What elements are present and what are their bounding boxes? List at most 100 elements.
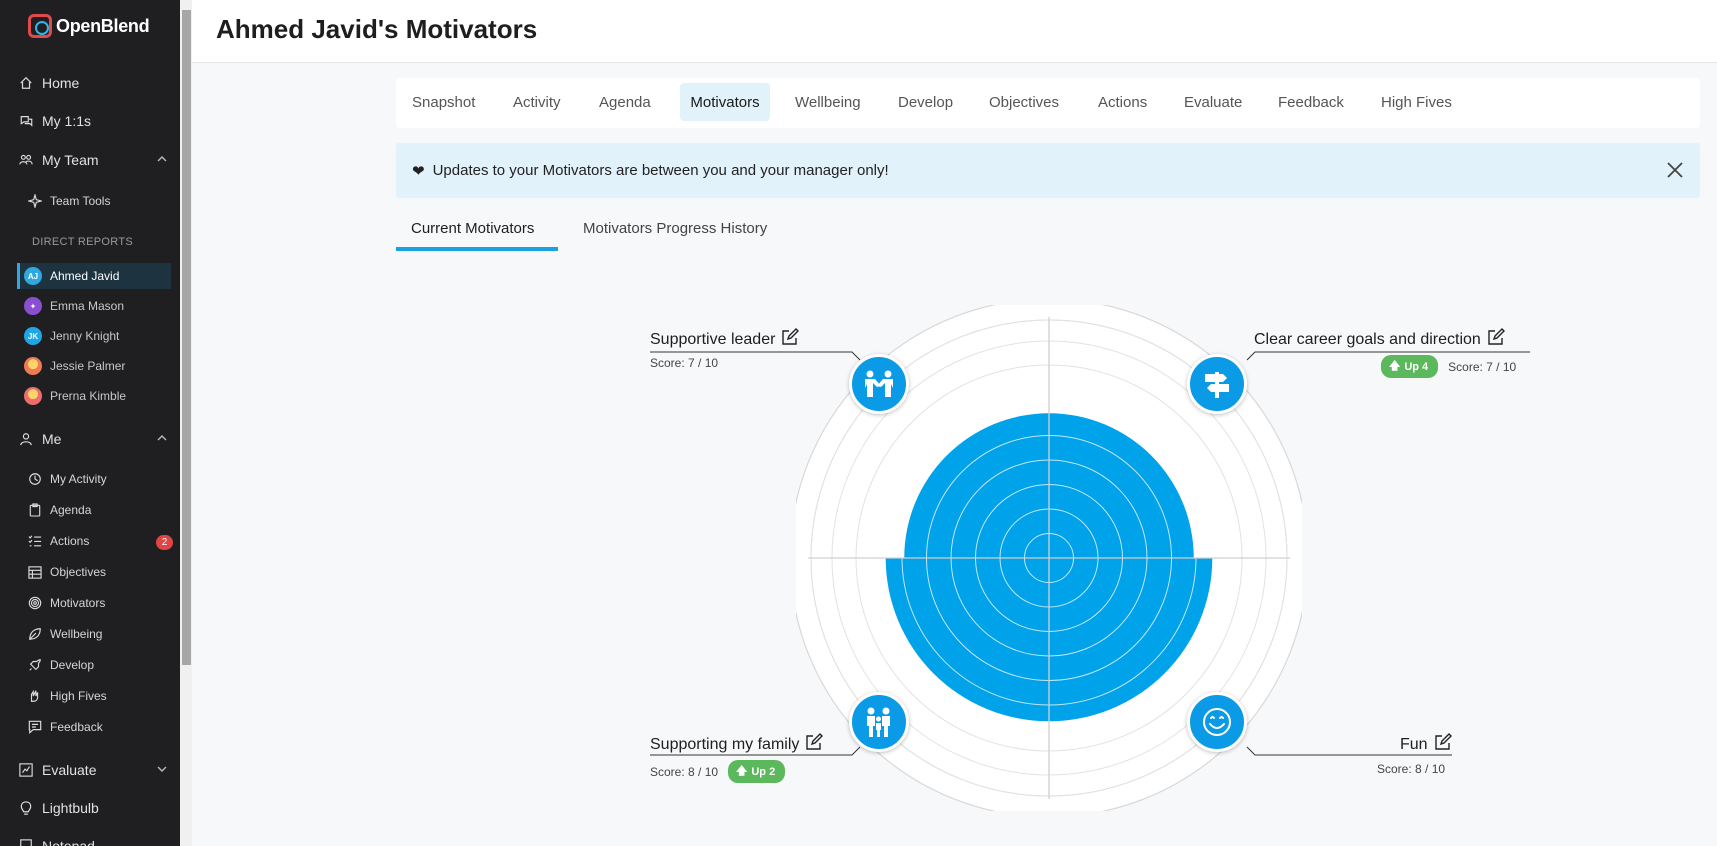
edit-icon[interactable] bbox=[1487, 328, 1505, 351]
target-icon bbox=[28, 596, 42, 610]
avatar: AJ bbox=[24, 267, 42, 285]
sidebar-item-label: My Activity bbox=[50, 472, 107, 486]
sidebar-item-high-fives[interactable]: High Fives bbox=[28, 689, 173, 703]
privacy-alert: ❤ Updates to your Motivators are between… bbox=[396, 143, 1700, 198]
tab-objectives[interactable]: Objectives bbox=[981, 83, 1067, 121]
chevron-down-icon[interactable] bbox=[156, 762, 168, 778]
leaf-icon bbox=[28, 627, 42, 641]
sidebar-item-my-team[interactable]: My Team bbox=[18, 152, 168, 168]
sidebar-scrollbar-thumb[interactable] bbox=[182, 10, 191, 665]
tab-develop[interactable]: Develop bbox=[890, 83, 961, 121]
openblend-logo[interactable]: OpenBlend bbox=[28, 14, 150, 38]
tab-wellbeing[interactable]: Wellbeing bbox=[787, 83, 869, 121]
checklist-icon bbox=[28, 534, 42, 548]
motivator-score-supportive-leader: Score: 7 / 10 bbox=[650, 356, 718, 370]
direct-reports-heading: DIRECT REPORTS bbox=[32, 236, 133, 248]
avatar: JK bbox=[24, 327, 42, 345]
up-badge-text: Up 2 bbox=[751, 765, 776, 778]
sidebar-item-label: Wellbeing bbox=[50, 627, 103, 641]
history-icon bbox=[28, 472, 42, 486]
sidebar-item-label: Develop bbox=[50, 658, 95, 672]
objectives-icon bbox=[28, 565, 42, 579]
sidebar-item-label: My 1:1s bbox=[42, 113, 92, 129]
signpost-icon[interactable] bbox=[1187, 354, 1247, 414]
motivator-title-fun: Fun bbox=[1400, 733, 1452, 756]
tab-snapshot[interactable]: Snapshot bbox=[404, 83, 483, 121]
chevron-up-icon[interactable] bbox=[156, 152, 168, 168]
avatar bbox=[24, 357, 42, 375]
arrow-up-icon: 🡅 bbox=[736, 765, 748, 777]
family-icon[interactable] bbox=[849, 692, 909, 752]
feedback-icon bbox=[28, 720, 42, 734]
page-title: Ahmed Javid's Motivators bbox=[216, 14, 538, 44]
motivator-title-supportive-leader: Supportive leader bbox=[650, 328, 800, 351]
sidebar-item-evaluate[interactable]: Evaluate bbox=[18, 762, 168, 778]
tab-activity[interactable]: Activity bbox=[505, 83, 569, 121]
motivator-name: Fun bbox=[1400, 735, 1428, 753]
smiley-icon[interactable] bbox=[1187, 692, 1247, 752]
sidebar-item-objectives[interactable]: Objectives bbox=[28, 565, 173, 579]
tab-feedback[interactable]: Feedback bbox=[1270, 83, 1352, 121]
report-item-emma-mason[interactable]: ✦ Emma Mason bbox=[17, 293, 171, 319]
sidebar-item-label: My Team bbox=[42, 152, 99, 168]
sidebar-item-label: Home bbox=[42, 75, 80, 91]
heart-icon: ❤ bbox=[412, 162, 425, 180]
report-name: Emma Mason bbox=[50, 299, 125, 313]
close-icon[interactable] bbox=[1664, 159, 1686, 181]
tab-evaluate[interactable]: Evaluate bbox=[1176, 83, 1250, 121]
sidebar-item-label: Feedback bbox=[50, 720, 103, 734]
sidebar-item-me[interactable]: Me bbox=[18, 431, 168, 447]
sidebar-item-motivators[interactable]: Motivators bbox=[28, 596, 173, 610]
sidebar-item-label: Notepad bbox=[42, 838, 95, 846]
score-text: Score: 7 / 10 bbox=[1448, 359, 1517, 374]
sidebar-item-notepad[interactable]: Notepad bbox=[18, 838, 168, 846]
sidebar-item-home[interactable]: Home bbox=[18, 75, 168, 91]
logo-text: OpenBlend bbox=[56, 15, 150, 36]
up-badge: 🡅 Up 2 bbox=[728, 760, 786, 783]
sidebar-item-label: Team Tools bbox=[50, 194, 111, 208]
motivator-name: Supportive leader bbox=[650, 330, 776, 348]
sidebar-item-label: Lightbulb bbox=[42, 800, 99, 816]
rocket-icon bbox=[28, 658, 42, 672]
sidebar-item-label: Actions bbox=[50, 534, 90, 548]
sidebar-item-label: Agenda bbox=[50, 503, 92, 517]
section-tabs: Snapshot Activity Agenda Motivators Well… bbox=[396, 78, 1700, 128]
report-item-prerna-kimble[interactable]: Prerna Kimble bbox=[17, 383, 171, 409]
sidebar-item-wellbeing[interactable]: Wellbeing bbox=[28, 627, 173, 641]
sidebar-item-label: Motivators bbox=[50, 596, 106, 610]
alert-text: Updates to your Motivators are between y… bbox=[432, 162, 889, 179]
tab-agenda[interactable]: Agenda bbox=[591, 83, 659, 121]
sidebar-item-my-activity[interactable]: My Activity bbox=[28, 472, 173, 486]
sidebar-item-label: Evaluate bbox=[42, 762, 97, 778]
report-item-jessie-palmer[interactable]: Jessie Palmer bbox=[17, 353, 171, 379]
openblend-logo-icon bbox=[28, 14, 52, 38]
score-text: Score: 7 / 10 bbox=[650, 356, 719, 370]
report-item-jenny-knight[interactable]: JK Jenny Knight bbox=[17, 323, 171, 349]
handshake-icon[interactable] bbox=[849, 354, 909, 414]
active-subtab-indicator bbox=[396, 247, 558, 251]
avatar bbox=[24, 387, 42, 405]
motivator-name: Supporting my family bbox=[650, 735, 800, 753]
sidebar-item-develop[interactable]: Develop bbox=[28, 658, 173, 672]
clipboard-icon bbox=[28, 503, 42, 517]
subtab-motivators-progress-history[interactable]: Motivators Progress History bbox=[583, 220, 767, 237]
motivator-score-supporting-my-family: Score: 8 / 10 🡅 Up 2 bbox=[650, 760, 786, 783]
edit-icon[interactable] bbox=[1434, 733, 1452, 756]
sidebar-item-my-1-1s[interactable]: My 1:1s bbox=[18, 113, 168, 129]
tab-high-fives[interactable]: High Fives bbox=[1373, 83, 1460, 121]
edit-icon[interactable] bbox=[805, 733, 824, 756]
edit-icon[interactable] bbox=[781, 328, 800, 351]
motivator-score-fun: Score: 8 / 10 bbox=[1377, 762, 1445, 776]
sidebar-item-lightbulb[interactable]: Lightbulb bbox=[18, 800, 168, 816]
lightbulb-icon bbox=[18, 800, 34, 816]
sidebar-item-actions[interactable]: Actions 2 bbox=[28, 534, 173, 550]
sidebar-item-feedback[interactable]: Feedback bbox=[28, 720, 173, 734]
subtab-current-motivators[interactable]: Current Motivators bbox=[411, 220, 534, 237]
tab-motivators[interactable]: Motivators bbox=[680, 83, 770, 121]
chevron-up-icon[interactable] bbox=[156, 431, 168, 447]
motivator-name: Clear career goals and direction bbox=[1254, 330, 1481, 348]
tab-actions[interactable]: Actions bbox=[1090, 83, 1155, 121]
sidebar-item-team-tools[interactable]: Team Tools bbox=[28, 194, 173, 208]
report-item-ahmed-javid[interactable]: AJ Ahmed Javid bbox=[17, 263, 171, 289]
sidebar-item-agenda[interactable]: Agenda bbox=[28, 503, 173, 517]
